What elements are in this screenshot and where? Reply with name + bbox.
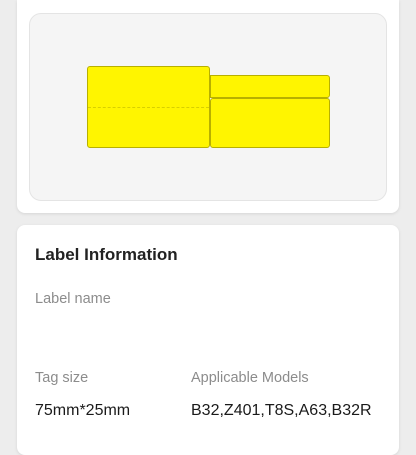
label-name-caption: Label name: [35, 291, 111, 307]
label-information-title: Label Information: [35, 245, 178, 264]
label-shape-right-top-segment: [210, 75, 330, 98]
tag-size-value: 75mm*25mm: [35, 402, 131, 419]
label-fold-line: [88, 107, 209, 108]
label-shape-left-segment: [87, 66, 210, 148]
label-preview-area: [29, 13, 387, 201]
label-preview-card: [17, 0, 399, 213]
label-shape-right-bottom-segment: [210, 98, 330, 148]
tag-size-caption: Tag size: [35, 370, 89, 386]
applicable-models-value: B32,Z401,T8S,A63,B32R: [191, 402, 372, 419]
label-information-card: Label Information Label name Tag size 75…: [17, 225, 399, 455]
applicable-models-caption: Applicable Models: [191, 370, 309, 386]
